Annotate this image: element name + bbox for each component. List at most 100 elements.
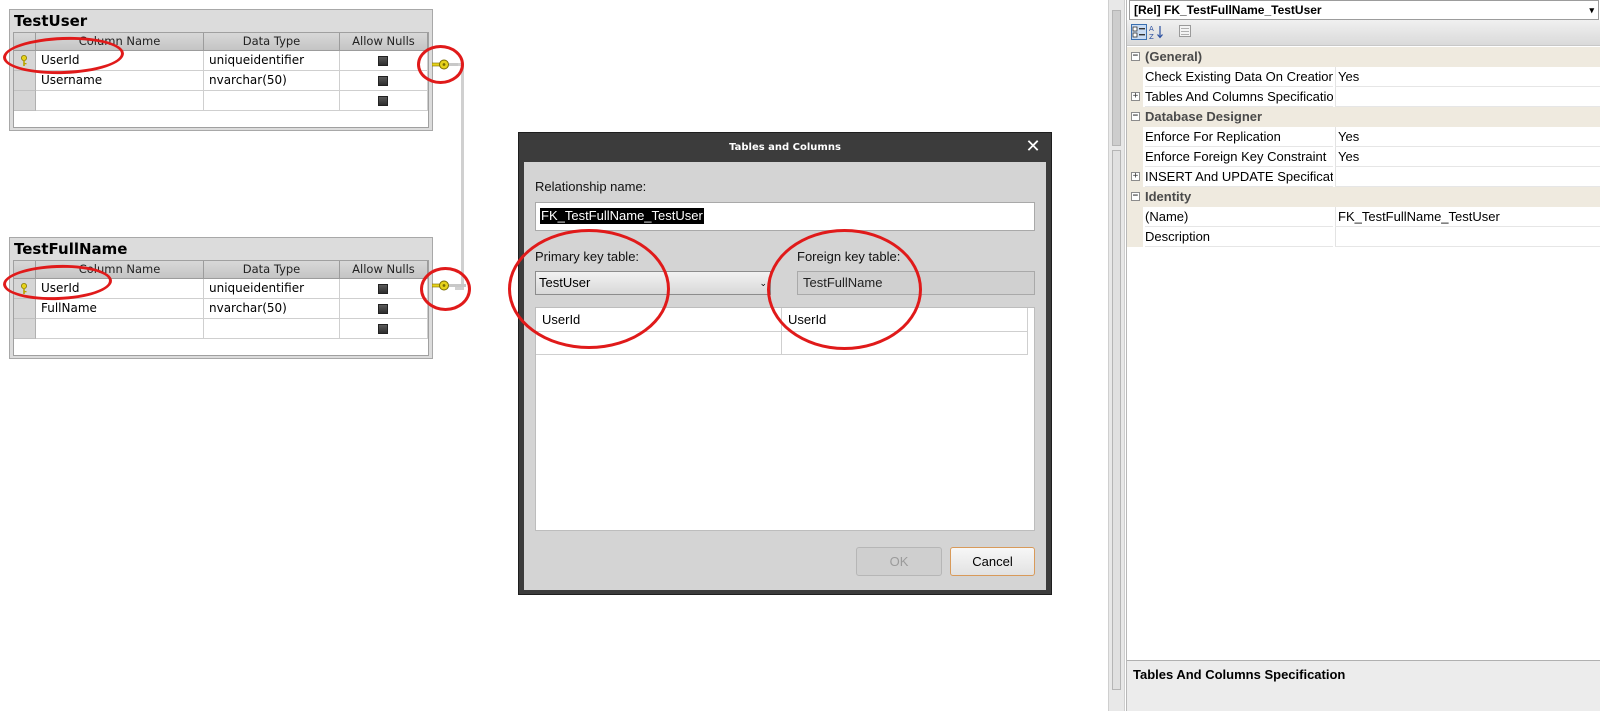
property-name: Tables And Columns Specification <box>1145 87 1333 107</box>
cell-allow-nulls[interactable] <box>340 91 428 111</box>
table-testfullname[interactable]: TestFullName Column Name Data Type Allow… <box>9 237 433 359</box>
row-selector[interactable] <box>14 279 36 299</box>
property-name: INSERT And UPDATE Specification <box>1145 167 1333 187</box>
column-grid: Column Name Data Type Allow Nulls UserId… <box>13 32 429 128</box>
property-pages-icon[interactable] <box>1177 24 1193 40</box>
property-row[interactable]: Enforce Foreign Key Constraint Yes <box>1127 147 1600 167</box>
cell-column-name[interactable]: UserId <box>36 51 204 71</box>
category-identity[interactable]: − Identity <box>1127 187 1600 207</box>
allow-nulls-checkbox[interactable] <box>378 284 388 294</box>
primary-key-icon <box>21 283 27 294</box>
chevron-down-icon: ▾ <box>1589 5 1594 15</box>
cell-column-name[interactable]: FullName <box>36 299 204 319</box>
cell-column-name[interactable]: UserId <box>36 279 204 299</box>
property-value[interactable] <box>1335 167 1600 187</box>
scrollbar-track[interactable] <box>1112 150 1121 690</box>
foreign-key-table-label: Foreign key table: <box>797 249 901 264</box>
allow-nulls-checkbox[interactable] <box>378 56 388 66</box>
cell-column-name[interactable] <box>36 319 204 339</box>
cell-data-type[interactable] <box>204 319 340 339</box>
vertical-scrollbar[interactable] <box>1108 0 1125 711</box>
cell-data-type[interactable]: uniqueidentifier <box>204 51 340 71</box>
property-value[interactable] <box>1335 227 1600 247</box>
cell-data-type[interactable]: uniqueidentifier <box>204 279 340 299</box>
cell-column-name[interactable] <box>36 91 204 111</box>
tables-and-columns-dialog: Tables and Columns ✕ Relationship name: … <box>518 132 1052 595</box>
primary-key-table-select[interactable]: TestUser ⌄ <box>535 271 771 295</box>
mapping-primary-column[interactable]: UserId <box>536 308 782 332</box>
properties-toolbar: AZ <box>1127 20 1600 46</box>
svg-text:Z: Z <box>1149 33 1154 40</box>
mapping-foreign-column[interactable]: UserId <box>782 308 1028 332</box>
property-description-pane: Tables And Columns Specification <box>1127 660 1600 711</box>
table-testuser[interactable]: TestUser Column Name Data Type Allow Nul… <box>9 9 433 131</box>
property-row[interactable]: Check Existing Data On Creation Yes <box>1127 67 1600 87</box>
property-row[interactable]: + INSERT And UPDATE Specification <box>1127 167 1600 187</box>
category-database-designer[interactable]: − Database Designer <box>1127 107 1600 127</box>
header-data-type: Data Type <box>204 261 340 279</box>
ok-button[interactable]: OK <box>856 547 942 576</box>
cell-data-type[interactable]: nvarchar(50) <box>204 299 340 319</box>
category-label: (General) <box>1145 49 1203 64</box>
category-label: Database Designer <box>1145 109 1263 124</box>
scrollbar-thumb[interactable] <box>1112 10 1121 146</box>
property-value[interactable] <box>1335 87 1600 107</box>
relationship-name-label: Relationship name: <box>535 179 647 194</box>
svg-text:A: A <box>1149 25 1154 33</box>
sort-alphabetical-icon[interactable]: AZ <box>1149 24 1165 41</box>
cell-data-type[interactable] <box>204 91 340 111</box>
close-icon[interactable]: ✕ <box>1023 137 1043 157</box>
mapping-foreign-column[interactable] <box>782 332 1028 355</box>
allow-nulls-checkbox[interactable] <box>378 324 388 334</box>
property-row[interactable]: + Tables And Columns Specification <box>1127 87 1600 107</box>
cancel-button[interactable]: Cancel <box>950 547 1035 576</box>
property-name: Description <box>1145 227 1333 247</box>
relationship-name-value: FK_TestFullName_TestUser <box>540 208 704 224</box>
row-selector[interactable] <box>14 51 36 71</box>
cell-allow-nulls[interactable] <box>340 299 428 319</box>
cell-allow-nulls[interactable] <box>340 319 428 339</box>
collapse-icon[interactable]: − <box>1131 112 1140 121</box>
property-value[interactable]: Yes <box>1335 147 1600 167</box>
property-value[interactable]: Yes <box>1335 67 1600 87</box>
property-row[interactable]: Description <box>1127 227 1600 247</box>
allow-nulls-checkbox[interactable] <box>378 304 388 314</box>
category-label: Identity <box>1145 189 1192 204</box>
row-selector[interactable] <box>14 71 36 91</box>
header-column-name: Column Name <box>36 33 204 51</box>
collapse-icon[interactable]: − <box>1131 52 1140 61</box>
property-name: Enforce For Replication <box>1145 127 1333 147</box>
header-allow-nulls: Allow Nulls <box>340 261 428 279</box>
property-name: Check Existing Data On Creation <box>1145 67 1333 87</box>
property-name: (Name) <box>1145 207 1333 227</box>
column-mapping-grid[interactable]: UserId UserId <box>535 307 1035 531</box>
property-value[interactable]: FK_TestFullName_TestUser <box>1335 207 1600 227</box>
mapping-primary-column[interactable] <box>536 332 782 355</box>
property-row[interactable]: (Name) FK_TestFullName_TestUser <box>1127 207 1600 227</box>
allow-nulls-checkbox[interactable] <box>378 76 388 86</box>
cell-allow-nulls[interactable] <box>340 71 428 91</box>
cell-data-type[interactable]: nvarchar(50) <box>204 71 340 91</box>
header-allow-nulls: Allow Nulls <box>340 33 428 51</box>
property-row[interactable]: Enforce For Replication Yes <box>1127 127 1600 147</box>
header-data-type: Data Type <box>204 33 340 51</box>
expand-icon[interactable]: + <box>1131 172 1140 181</box>
row-selector[interactable] <box>14 319 36 339</box>
expand-icon[interactable]: + <box>1131 92 1140 101</box>
category-general[interactable]: − (General) <box>1127 47 1600 67</box>
row-selector[interactable] <box>14 299 36 319</box>
relationship-line-vertical[interactable] <box>461 63 464 290</box>
primary-key-icon <box>21 55 27 66</box>
property-value[interactable]: Yes <box>1335 127 1600 147</box>
cell-allow-nulls[interactable] <box>340 51 428 71</box>
row-gutter <box>1127 67 1143 87</box>
relationship-name-field[interactable]: FK_TestFullName_TestUser <box>535 202 1035 231</box>
object-selector-value: [Rel] FK_TestFullName_TestUser <box>1134 3 1322 17</box>
collapse-icon[interactable]: − <box>1131 192 1140 201</box>
object-selector[interactable]: [Rel] FK_TestFullName_TestUser ▾ <box>1129 0 1599 20</box>
cell-allow-nulls[interactable] <box>340 279 428 299</box>
categorized-icon[interactable] <box>1131 24 1147 40</box>
cell-column-name[interactable]: Username <box>36 71 204 91</box>
row-selector[interactable] <box>14 91 36 111</box>
allow-nulls-checkbox[interactable] <box>378 96 388 106</box>
